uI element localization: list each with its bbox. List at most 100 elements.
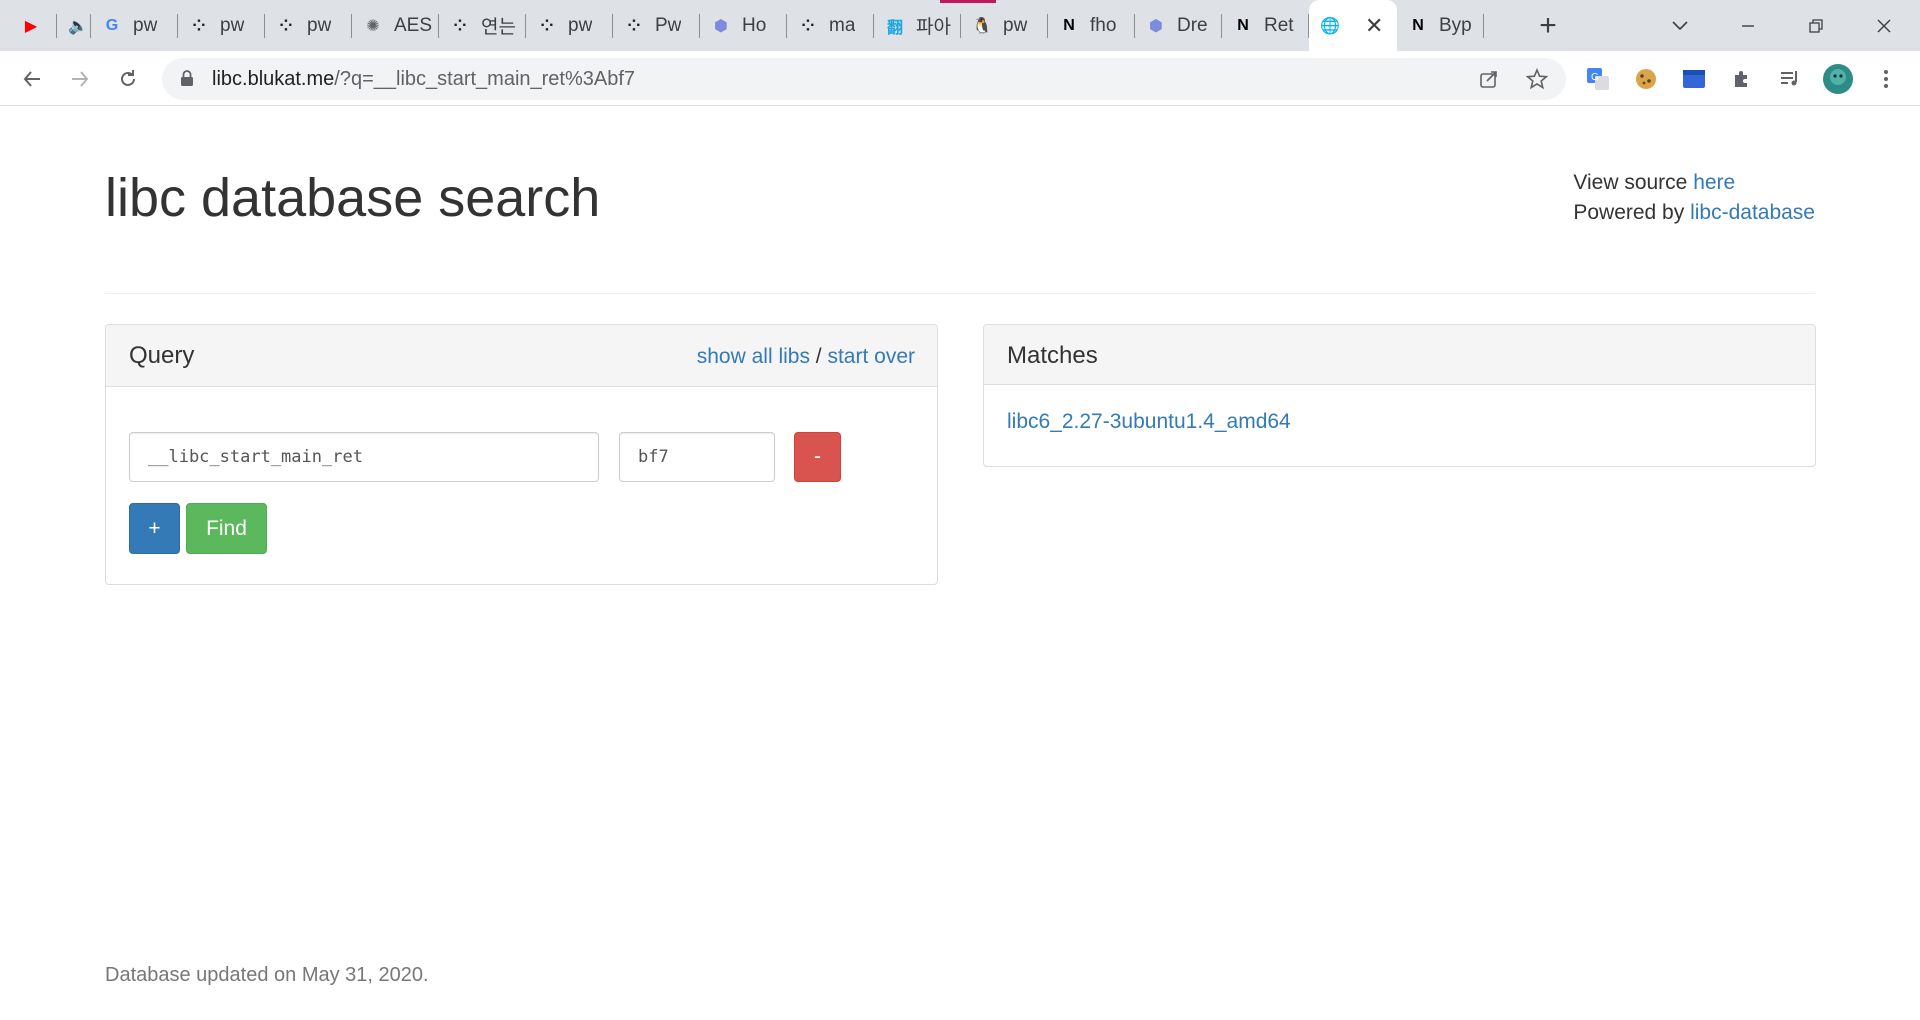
url-path: /?q=__libc_start_main_ret%3Abf7 xyxy=(334,68,636,90)
lock-icon[interactable] xyxy=(180,69,194,87)
view-source-line: View source here xyxy=(1573,168,1815,198)
bookmark-star-button[interactable] xyxy=(1522,64,1552,94)
page-title: libc database search xyxy=(105,168,601,228)
browser-tab[interactable]: Gpw xyxy=(91,0,178,51)
tab-title: pw xyxy=(568,14,593,36)
tab-title: fho xyxy=(1090,14,1117,36)
start-over-link[interactable]: start over xyxy=(827,345,915,368)
browser-tab[interactable]: ⁘ ma xyxy=(787,0,874,51)
powered-by-label: Powered by xyxy=(1573,201,1691,224)
address-input[interactable]: bf7 xyxy=(619,432,775,482)
notion-icon: N xyxy=(1063,16,1075,34)
puzzle-icon xyxy=(1735,71,1747,87)
address-bar[interactable]: libc.blukat.me/?q=__libc_start_main_ret%… xyxy=(162,58,1566,100)
gear-logo-icon: ✺ xyxy=(366,17,380,35)
browser-tab[interactable]: ⁘ pw xyxy=(526,0,613,51)
browser-tab[interactable]: ✺ AES xyxy=(352,0,439,51)
libc-database-link[interactable]: libc-database xyxy=(1690,201,1815,224)
browser-tab[interactable]: 翻 파아 xyxy=(874,0,961,51)
browser-tab[interactable]: 🔈 xyxy=(57,0,91,51)
dots-icon: ⁘ xyxy=(801,17,815,35)
show-all-libs-link[interactable]: show all libs xyxy=(697,345,810,368)
matches-panel-title: Matches xyxy=(1007,342,1098,369)
dots-icon: ⁘ xyxy=(279,17,293,35)
tab-title: Byp xyxy=(1439,14,1472,36)
browser-tab[interactable]: ⁘ pw xyxy=(178,0,265,51)
browser-tab[interactable]: N Byp xyxy=(1397,0,1484,51)
media-control-button[interactable] xyxy=(1774,63,1806,95)
hexagon-icon: ⬢ xyxy=(1149,17,1163,35)
remove-row-button[interactable]: - xyxy=(794,432,841,482)
notion-icon: N xyxy=(1237,16,1249,34)
query-panel-heading: Query show all libs / start over xyxy=(106,325,937,387)
browser-toolbar: libc.blukat.me/?q=__libc_start_main_ret%… xyxy=(0,51,1920,106)
tab-loading-indicator xyxy=(940,0,996,3)
tab-strip: ▶ 🔈 Gpw ⁘ pw ⁘ pw ✺ AES ⁘ 연는 ⁘ pw ⁘ Pw ⬢ Ho ⁘ ma 翻 파아 🐧 pw Nfho… xyxy=(0,0,1920,51)
page-content: libc database search View source here Po… xyxy=(0,107,1920,1020)
tab-title: 파아 xyxy=(916,17,951,38)
powered-by-line: Powered by libc-database xyxy=(1573,198,1815,228)
cookie-icon xyxy=(1636,69,1656,89)
url-host: libc.blukat.me xyxy=(212,68,335,90)
dots-icon: ⁘ xyxy=(627,17,641,35)
browser-tab[interactable]: Nfho xyxy=(1048,0,1135,51)
playlist-icon xyxy=(1781,71,1797,86)
tab-title: pw xyxy=(220,14,245,36)
browser-tab[interactable]: ⁘ Pw xyxy=(613,0,700,51)
minimize-button[interactable] xyxy=(1728,6,1768,46)
translate-icon: G xyxy=(1587,68,1609,90)
browser-tab[interactable]: ▶ xyxy=(10,0,57,51)
tab-title: AES xyxy=(394,14,433,36)
restore-button[interactable] xyxy=(1796,6,1836,46)
browser-menu-button[interactable] xyxy=(1870,63,1902,95)
match-result-link[interactable]: libc6_2.27-3ubuntu1.4_amd64 xyxy=(1007,410,1291,434)
close-tab-icon[interactable]: ✕ xyxy=(1365,13,1383,39)
tab-list: ▶ 🔈 Gpw ⁘ pw ⁘ pw ✺ AES ⁘ 연는 ⁘ pw ⁘ Pw ⬢ Ho ⁘ ma 翻 파아 🐧 pw Nfho… xyxy=(10,0,1484,51)
dots-icon: ⁘ xyxy=(453,17,467,35)
view-source-label: View source xyxy=(1573,171,1694,194)
share-button[interactable] xyxy=(1474,64,1504,94)
symbol-name-input[interactable]: __libc_start_main_ret xyxy=(129,432,599,482)
find-button[interactable]: Find xyxy=(186,503,267,554)
linux-icon: 🐧 xyxy=(972,17,992,35)
browser-tab[interactable]: 🌐 ✕ xyxy=(1309,0,1397,51)
link-separator: / xyxy=(809,345,828,368)
cookie-extension[interactable] xyxy=(1630,63,1662,95)
extensions-button[interactable] xyxy=(1726,63,1758,95)
blue-extension[interactable] xyxy=(1678,63,1710,95)
tab-title: Ret xyxy=(1264,14,1294,36)
avatar xyxy=(1823,64,1853,94)
speaker-icon: 🔈 xyxy=(68,17,88,35)
tab-search-button[interactable] xyxy=(1660,6,1700,46)
hexagon-icon: ⬢ xyxy=(714,17,728,35)
tab-title: Ho xyxy=(742,14,767,36)
view-source-link[interactable]: here xyxy=(1693,171,1735,194)
browser-tab[interactable]: N Ret xyxy=(1222,0,1309,51)
query-panel-title: Query xyxy=(129,342,195,369)
papago-icon: 翻 xyxy=(886,19,903,37)
window-extension-icon xyxy=(1683,70,1705,88)
browser-tab[interactable]: ⬢ Ho xyxy=(700,0,787,51)
restore-icon xyxy=(1809,19,1823,33)
browser-tab[interactable]: ⬢ Dre xyxy=(1135,0,1222,51)
tab-title: 연는 xyxy=(481,17,516,38)
google-icon: G xyxy=(105,16,119,34)
browser-tab[interactable]: 🐧 pw xyxy=(961,0,1048,51)
tab-separator xyxy=(1483,14,1484,38)
google-translate-extension[interactable]: G xyxy=(1582,63,1614,95)
browser-tab[interactable]: ⁘ pw xyxy=(265,0,352,51)
arrow-left-icon xyxy=(23,71,40,87)
forward-button[interactable] xyxy=(62,61,98,97)
new-tab-button[interactable]: + xyxy=(1530,8,1566,44)
browser-tab[interactable]: ⁘ 연는 xyxy=(439,0,526,51)
reload-button[interactable] xyxy=(110,61,146,97)
url-text[interactable]: libc.blukat.me/?q=__libc_start_main_ret%… xyxy=(212,68,635,91)
globe-icon: 🌐 xyxy=(1320,17,1340,35)
add-row-button[interactable]: + xyxy=(129,503,180,554)
back-button[interactable] xyxy=(14,61,50,97)
notion-icon: N xyxy=(1412,16,1424,34)
dots-icon: ⁘ xyxy=(540,17,554,35)
profile-avatar[interactable] xyxy=(1822,63,1854,95)
close-window-button[interactable] xyxy=(1864,6,1904,46)
tab-title: Dre xyxy=(1177,14,1208,36)
